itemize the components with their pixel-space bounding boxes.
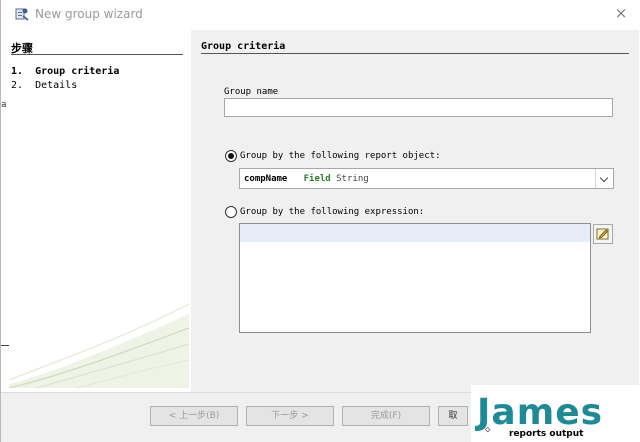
group-name-label: Group name	[224, 87, 279, 97]
report-object-kind: Field	[303, 174, 331, 184]
expression-editor-icon	[596, 228, 609, 240]
watermark-logo: James ◇ reports output	[471, 385, 640, 442]
step-group-criteria: 1. Group criteria	[11, 66, 120, 77]
report-object-option[interactable]: Group by the following report object:	[225, 150, 440, 162]
window-title: New group wizard	[35, 7, 143, 21]
group-criteria-page: Group criteria Group name Group by the f…	[191, 30, 639, 392]
group-name-input[interactable]	[224, 98, 613, 117]
left-edge-fragment: a	[1, 100, 7, 110]
watermark-text: James	[477, 392, 604, 433]
back-button[interactable]: < 上一步(B)	[150, 406, 238, 426]
decorative-swirl	[9, 304, 189, 388]
steps-list: 1. Group criteria 2. Details	[11, 66, 119, 94]
expression-textarea[interactable]	[239, 223, 591, 333]
page-title: Group criteria	[201, 41, 286, 52]
page-title-divider	[201, 53, 629, 54]
expression-option-label: Group by the following expression:	[240, 207, 425, 217]
steps-panel: 步骤 1. Group criteria 2. Details	[9, 34, 189, 388]
chevron-down-icon[interactable]	[595, 169, 613, 188]
close-icon[interactable]: ×	[613, 5, 629, 21]
report-object-radio[interactable]	[225, 150, 237, 162]
report-object-type: String	[336, 174, 369, 184]
expression-radio[interactable]	[225, 206, 237, 218]
report-object-option-label: Group by the following report object:	[240, 151, 441, 161]
watermark-under-text: reports output	[509, 429, 584, 439]
expression-current-line	[240, 224, 590, 242]
steps-divider	[11, 54, 183, 55]
report-object-name: compName	[244, 174, 288, 184]
title-bar: New group wizard ×	[1, 0, 640, 30]
finish-button[interactable]: 完成(F)	[342, 406, 430, 426]
expression-editor-button[interactable]	[593, 224, 613, 244]
new-group-wizard-window: New group wizard × a 步骤 1. Group criteri…	[0, 0, 640, 442]
report-object-select[interactable]: compName Field String	[239, 168, 614, 189]
next-button[interactable]: 下一步 >	[246, 406, 334, 426]
expression-option[interactable]: Group by the following expression:	[225, 206, 424, 218]
watermark-glyph: ◇	[485, 425, 491, 435]
cancel-button[interactable]: 取	[438, 406, 468, 426]
step-details: 2. Details	[11, 80, 78, 91]
wizard-app-icon	[15, 8, 29, 21]
report-object-select-value: compName Field String	[244, 174, 369, 184]
